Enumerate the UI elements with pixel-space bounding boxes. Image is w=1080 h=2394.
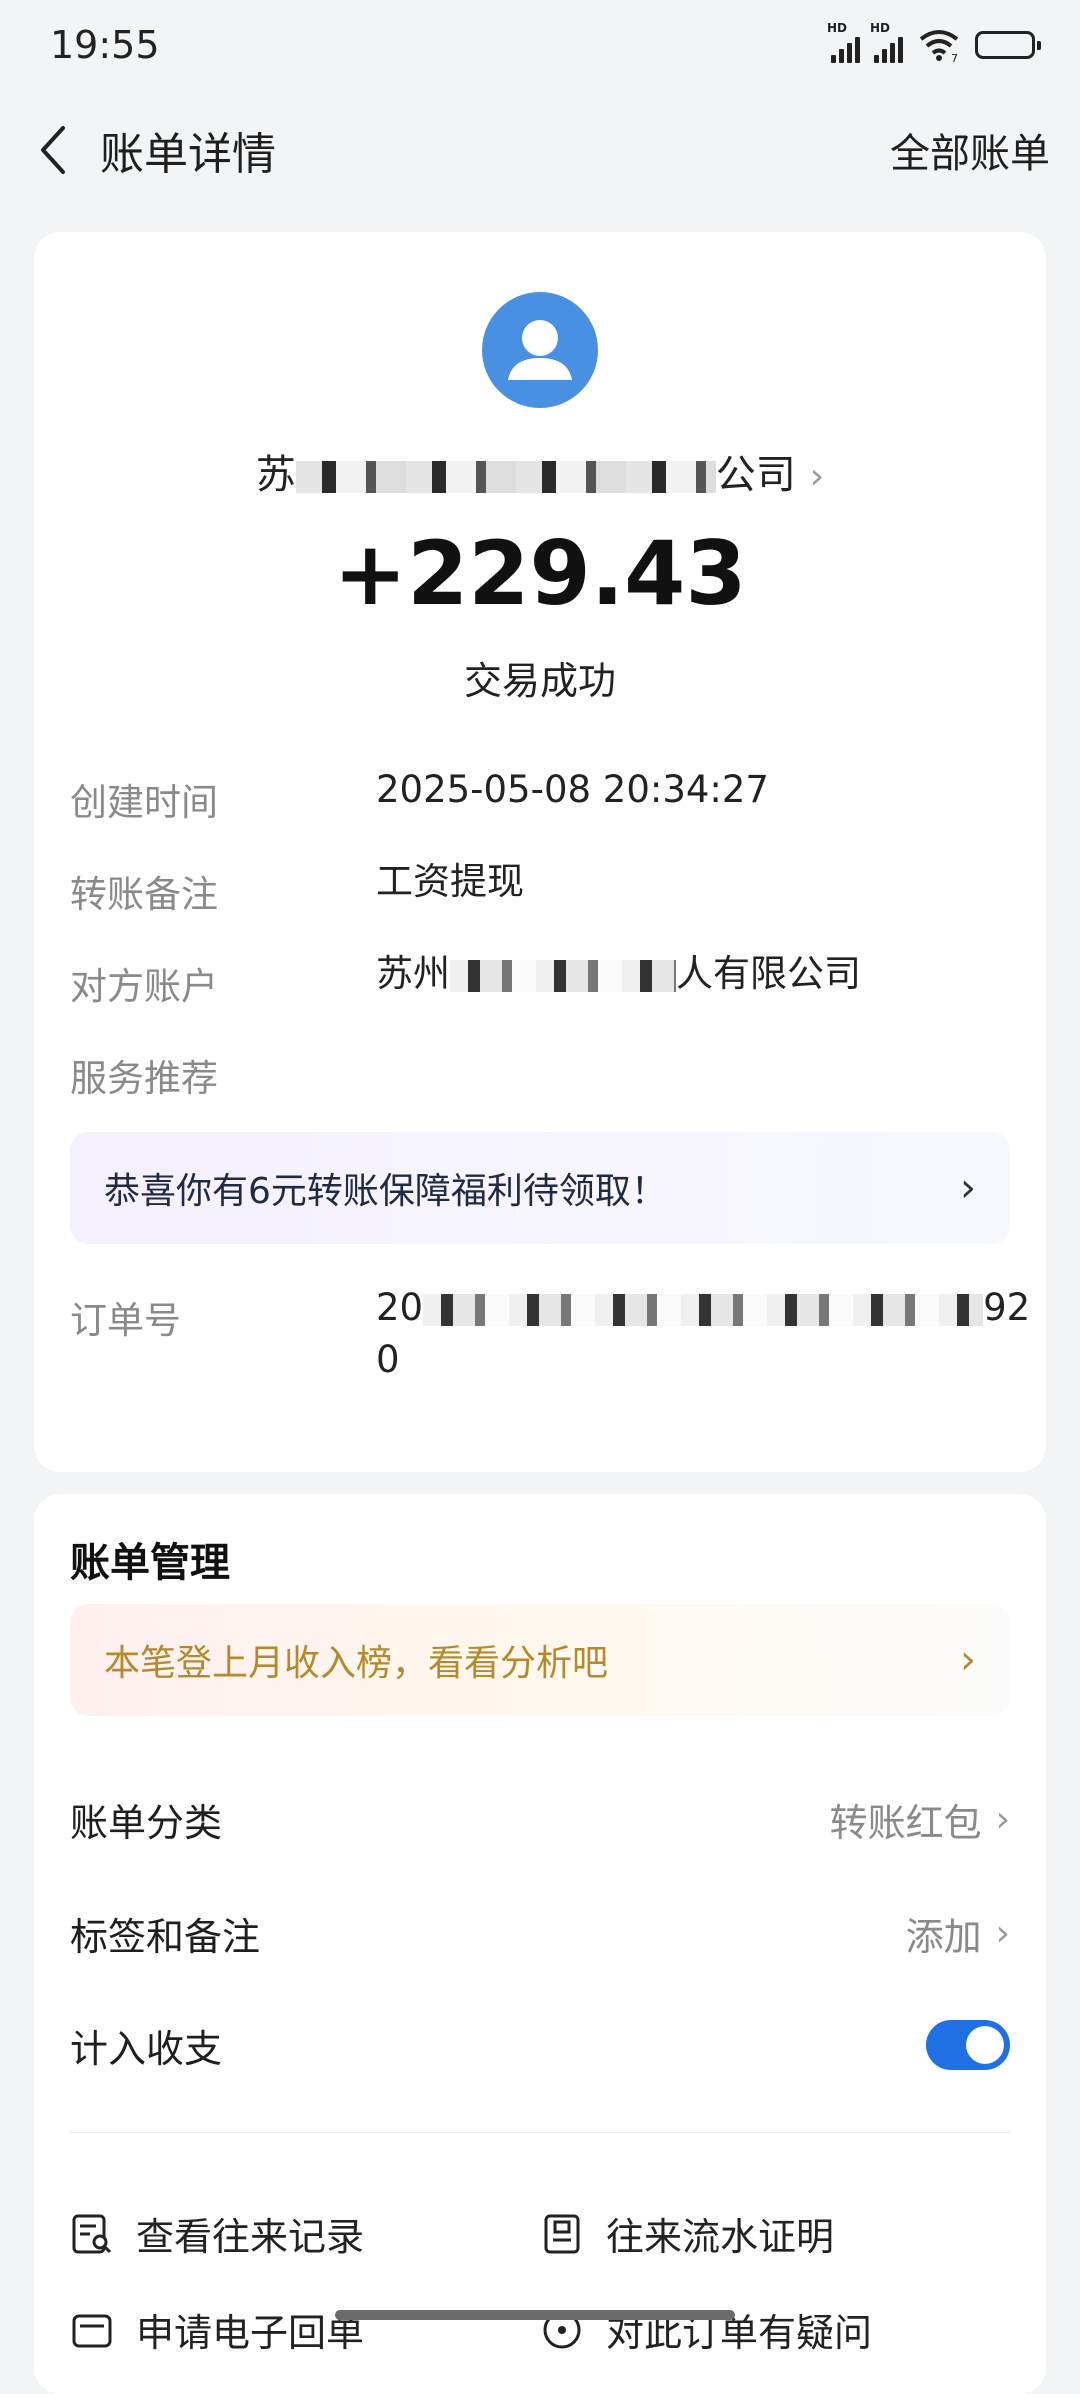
chevron-right-icon: ›	[995, 1912, 1010, 1954]
detail-label: 创建时间	[70, 781, 218, 824]
all-bills-link[interactable]: 全部账单	[890, 121, 1050, 179]
detail-label: 订单号	[70, 1299, 181, 1342]
status-time: 19:55	[50, 23, 160, 67]
divider	[70, 2132, 1010, 2133]
detail-label: 服务推荐	[70, 1057, 218, 1100]
back-arrow-icon[interactable]	[30, 120, 74, 180]
status-bar: 19:55 HD HD 7	[0, 0, 1080, 90]
transaction-card: 苏 公司 › +229.43 交易成功 创建时间 2025-05-08 20:34:…	[34, 232, 1046, 1472]
order-number: 20 92 0	[376, 1282, 1036, 1386]
wifi-icon: 7	[919, 30, 959, 63]
detail-value: 2025-05-08 20:34:27	[376, 768, 769, 811]
chevron-right-icon: ›	[995, 1798, 1010, 1840]
promo-banner-text: 恭喜你有6元转账保障福利待领取！	[104, 1171, 667, 1212]
redacted-block	[295, 461, 716, 493]
income-rank-banner[interactable]: 本笔登上月收入榜，看看分析吧 ›	[70, 1604, 1010, 1716]
home-indicator[interactable]	[335, 2310, 735, 2320]
detail-label: 对方账户	[70, 965, 218, 1008]
order-line2: 0	[376, 1338, 400, 1381]
income-rank-text: 本笔登上月收入榜，看看分析吧	[104, 1643, 609, 1684]
nav-bar: 账单详情 全部账单	[0, 110, 1080, 190]
status-icons: HD HD 7	[827, 21, 1041, 63]
detail-label: 转账备注	[70, 873, 218, 916]
page-title: 账单详情	[100, 129, 276, 180]
signal-hd-label: HD	[870, 21, 891, 35]
signal-icon: HD	[827, 21, 860, 63]
row-label: 计入收支	[70, 2026, 223, 2071]
row-value: 添加	[905, 1914, 982, 1959]
order-prefix: 20	[376, 1286, 424, 1329]
action-label: 往来流水证明	[606, 2215, 835, 2259]
include-income-toggle[interactable]	[926, 2020, 1010, 2070]
redacted-block	[423, 1293, 984, 1326]
tags-notes-row[interactable]: 标签和备注 添加 ›	[70, 1898, 1010, 1968]
action-label: 申请电子回单	[136, 2311, 365, 2355]
transaction-status: 交易成功	[463, 659, 616, 703]
bill-category-row[interactable]: 账单分类 转账红包 ›	[70, 1784, 1010, 1854]
row-label: 标签和备注	[70, 1914, 261, 1959]
avatar	[482, 292, 598, 408]
account-prefix: 苏州	[376, 952, 450, 995]
view-records-action[interactable]: 查看往来记录	[70, 2206, 364, 2261]
signal-hd-label: HD	[827, 21, 848, 35]
wifi-badge: 7	[951, 52, 958, 63]
chevron-right-icon: ›	[809, 456, 825, 497]
counterparty-suffix: 公司	[715, 452, 796, 498]
signal-icon: HD	[870, 21, 903, 63]
redacted-block	[450, 959, 676, 992]
include-income-row: 计入收支	[70, 2010, 1010, 2080]
battery-icon	[975, 31, 1041, 59]
section-title: 账单管理	[70, 1540, 230, 1586]
counterparty-name[interactable]: 苏 公司 ›	[34, 442, 1046, 500]
statement-proof-action[interactable]: 往来流水证明	[540, 2206, 834, 2261]
order-suffix: 92	[983, 1286, 1031, 1329]
e-receipt-action[interactable]: 申请电子回单	[70, 2302, 364, 2357]
document-icon	[544, 2214, 580, 2253]
transaction-amount: +229.43	[333, 522, 747, 625]
row-value: 转账红包	[829, 1800, 982, 1845]
detail-value: 苏州 人有限公司	[376, 948, 1036, 1000]
counterparty-prefix: 苏	[255, 452, 296, 498]
bill-management-card: 账单管理 本笔登上月收入榜，看看分析吧 › 账单分类 转账红包 › 标签和备注 …	[34, 1494, 1046, 2394]
chevron-right-icon: ›	[960, 1637, 976, 1683]
account-suffix: 人有限公司	[676, 952, 861, 995]
receipt-icon	[72, 2314, 112, 2347]
action-label: 查看往来记录	[136, 2215, 365, 2259]
chevron-right-icon: ›	[960, 1165, 976, 1211]
user-icon	[508, 320, 572, 380]
detail-value: 工资提现	[376, 860, 524, 903]
records-icon	[72, 2214, 112, 2253]
row-label: 账单分类	[70, 1800, 223, 1845]
promo-banner[interactable]: 恭喜你有6元转账保障福利待领取！ ›	[70, 1132, 1010, 1244]
